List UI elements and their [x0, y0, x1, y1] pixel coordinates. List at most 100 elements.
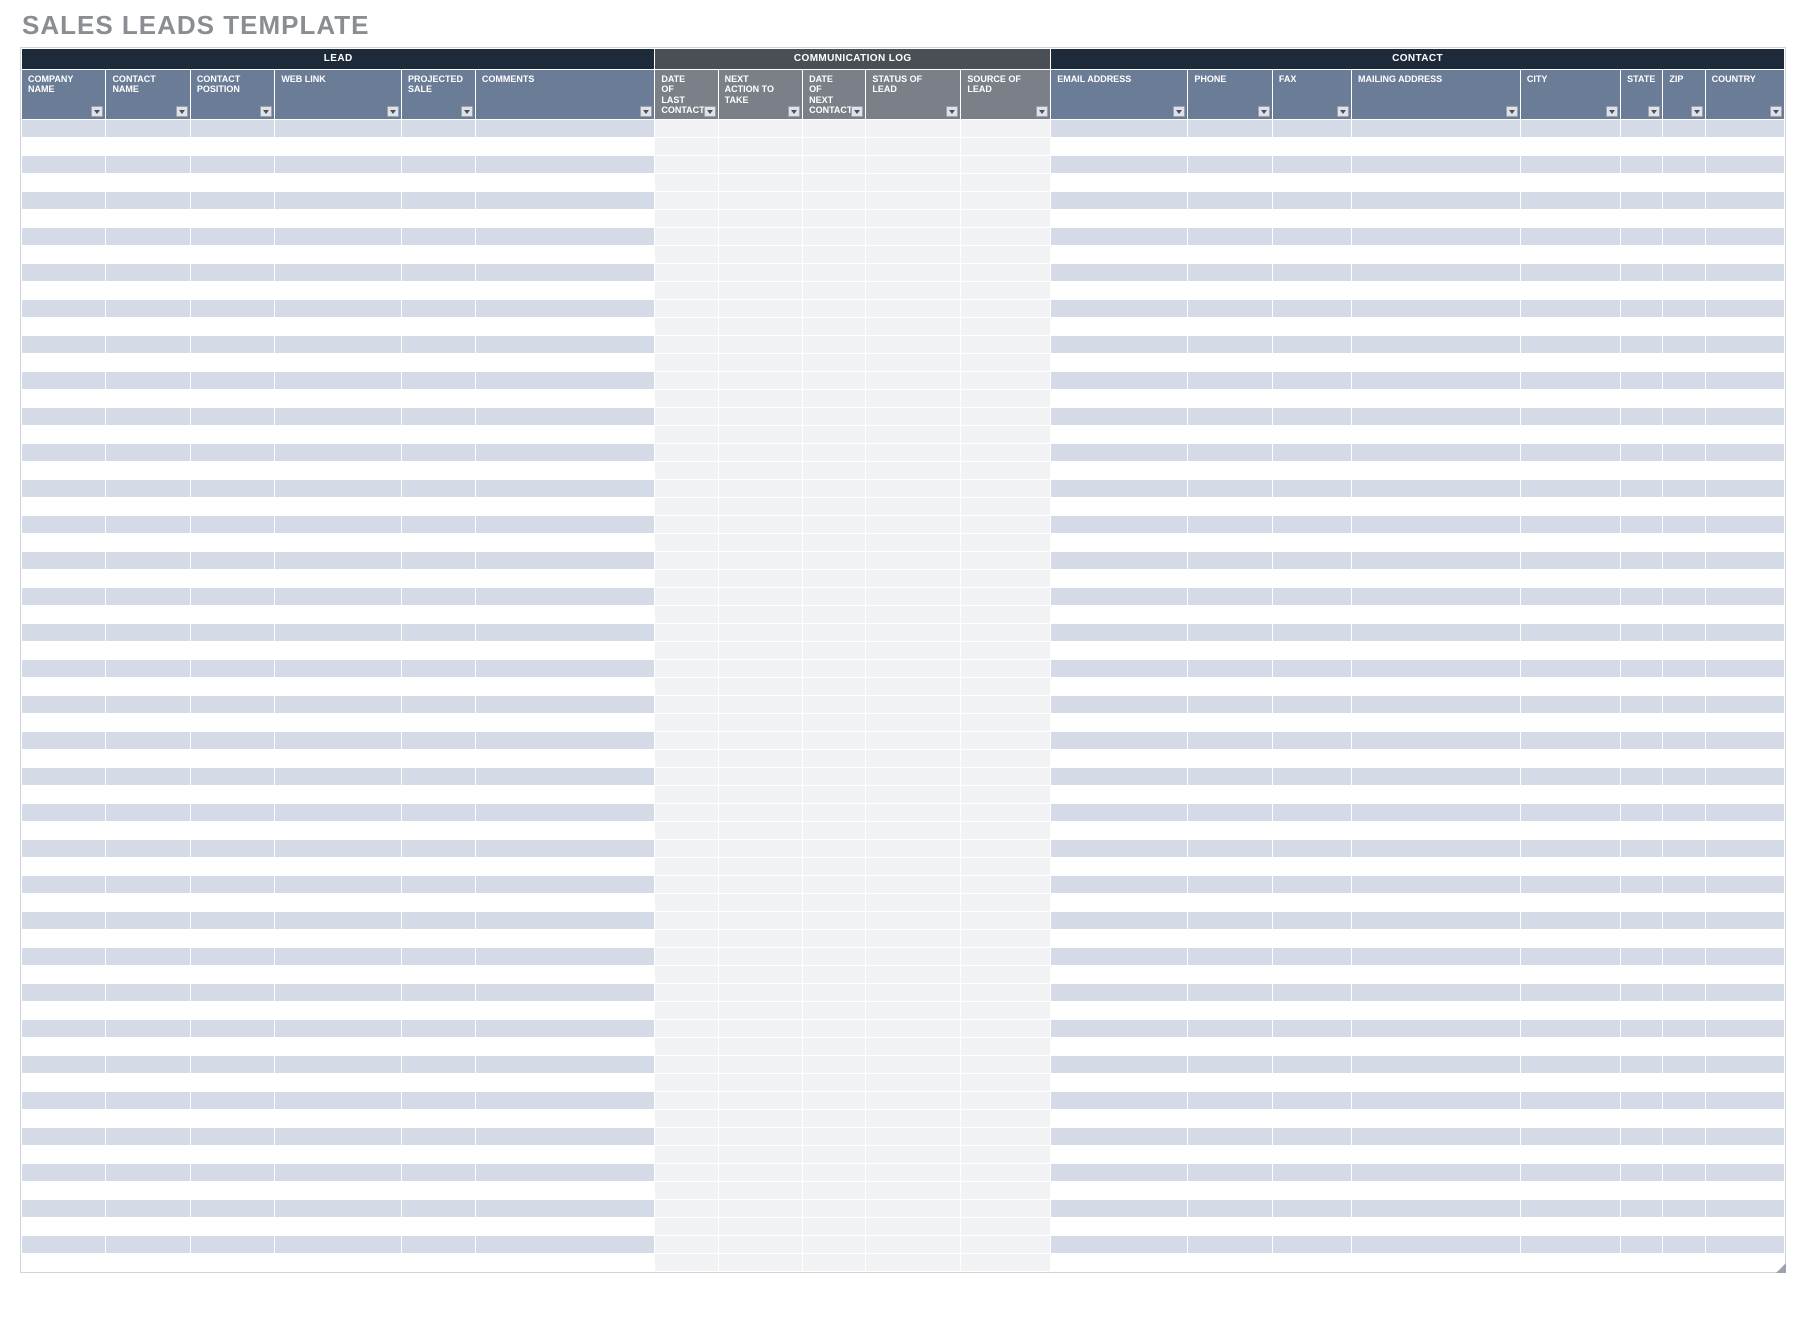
- filter-dropdown-icon[interactable]: [1258, 106, 1270, 117]
- cell-email[interactable]: [1051, 246, 1188, 264]
- cell-status[interactable]: [866, 858, 961, 876]
- cell-company_name[interactable]: [22, 354, 106, 372]
- cell-phone[interactable]: [1188, 516, 1272, 534]
- cell-country[interactable]: [1705, 354, 1784, 372]
- cell-source[interactable]: [961, 588, 1051, 606]
- cell-projected_sale[interactable]: [401, 732, 475, 750]
- cell-state[interactable]: [1621, 768, 1663, 786]
- cell-zip[interactable]: [1663, 786, 1705, 804]
- cell-phone[interactable]: [1188, 948, 1272, 966]
- cell-fax[interactable]: [1272, 1146, 1351, 1164]
- cell-zip[interactable]: [1663, 120, 1705, 138]
- cell-next_action[interactable]: [718, 966, 802, 984]
- cell-contact_name[interactable]: [106, 210, 190, 228]
- cell-email[interactable]: [1051, 1074, 1188, 1092]
- cell-projected_sale[interactable]: [401, 1236, 475, 1254]
- cell-contact_name[interactable]: [106, 1056, 190, 1074]
- cell-projected_sale[interactable]: [401, 858, 475, 876]
- filter-dropdown-icon[interactable]: [176, 106, 188, 117]
- cell-date_last[interactable]: [655, 930, 718, 948]
- cell-next_action[interactable]: [718, 1110, 802, 1128]
- cell-comments[interactable]: [475, 390, 654, 408]
- cell-fax[interactable]: [1272, 516, 1351, 534]
- cell-contact_name[interactable]: [106, 786, 190, 804]
- cell-country[interactable]: [1705, 210, 1784, 228]
- cell-status[interactable]: [866, 534, 961, 552]
- cell-email[interactable]: [1051, 984, 1188, 1002]
- cell-source[interactable]: [961, 192, 1051, 210]
- cell-state[interactable]: [1621, 588, 1663, 606]
- cell-contact_name[interactable]: [106, 1074, 190, 1092]
- cell-contact_position[interactable]: [190, 1092, 274, 1110]
- cell-phone[interactable]: [1188, 1200, 1272, 1218]
- cell-city[interactable]: [1520, 1056, 1620, 1074]
- cell-contact_position[interactable]: [190, 210, 274, 228]
- cell-fax[interactable]: [1272, 1038, 1351, 1056]
- cell-contact_name[interactable]: [106, 912, 190, 930]
- cell-contact_position[interactable]: [190, 1020, 274, 1038]
- cell-status[interactable]: [866, 606, 961, 624]
- cell-web_link[interactable]: [275, 1038, 402, 1056]
- cell-date_last[interactable]: [655, 210, 718, 228]
- cell-company_name[interactable]: [22, 912, 106, 930]
- cell-country[interactable]: [1705, 804, 1784, 822]
- cell-comments[interactable]: [475, 858, 654, 876]
- cell-city[interactable]: [1520, 732, 1620, 750]
- cell-mailing[interactable]: [1352, 660, 1521, 678]
- cell-contact_position[interactable]: [190, 516, 274, 534]
- cell-company_name[interactable]: [22, 264, 106, 282]
- cell-status[interactable]: [866, 1074, 961, 1092]
- cell-country[interactable]: [1705, 516, 1784, 534]
- cell-projected_sale[interactable]: [401, 840, 475, 858]
- cell-next_action[interactable]: [718, 246, 802, 264]
- cell-contact_name[interactable]: [106, 1146, 190, 1164]
- cell-company_name[interactable]: [22, 300, 106, 318]
- cell-next_action[interactable]: [718, 210, 802, 228]
- cell-mailing[interactable]: [1352, 1254, 1521, 1272]
- cell-date_last[interactable]: [655, 1236, 718, 1254]
- cell-zip[interactable]: [1663, 678, 1705, 696]
- cell-phone[interactable]: [1188, 408, 1272, 426]
- cell-source[interactable]: [961, 678, 1051, 696]
- cell-projected_sale[interactable]: [401, 426, 475, 444]
- cell-fax[interactable]: [1272, 282, 1351, 300]
- cell-comments[interactable]: [475, 768, 654, 786]
- cell-email[interactable]: [1051, 156, 1188, 174]
- cell-mailing[interactable]: [1352, 372, 1521, 390]
- cell-source[interactable]: [961, 570, 1051, 588]
- cell-source[interactable]: [961, 552, 1051, 570]
- cell-state[interactable]: [1621, 264, 1663, 282]
- cell-date_last[interactable]: [655, 534, 718, 552]
- cell-comments[interactable]: [475, 156, 654, 174]
- cell-date_next[interactable]: [803, 984, 866, 1002]
- cell-web_link[interactable]: [275, 426, 402, 444]
- cell-contact_position[interactable]: [190, 1002, 274, 1020]
- cell-fax[interactable]: [1272, 174, 1351, 192]
- cell-web_link[interactable]: [275, 1020, 402, 1038]
- cell-date_last[interactable]: [655, 1254, 718, 1272]
- cell-country[interactable]: [1705, 1020, 1784, 1038]
- cell-city[interactable]: [1520, 138, 1620, 156]
- cell-city[interactable]: [1520, 768, 1620, 786]
- cell-email[interactable]: [1051, 228, 1188, 246]
- cell-projected_sale[interactable]: [401, 894, 475, 912]
- cell-date_next[interactable]: [803, 732, 866, 750]
- cell-status[interactable]: [866, 516, 961, 534]
- cell-status[interactable]: [866, 930, 961, 948]
- cell-date_next[interactable]: [803, 1020, 866, 1038]
- cell-web_link[interactable]: [275, 948, 402, 966]
- cell-contact_name[interactable]: [106, 228, 190, 246]
- cell-country[interactable]: [1705, 696, 1784, 714]
- cell-company_name[interactable]: [22, 336, 106, 354]
- cell-status[interactable]: [866, 1254, 961, 1272]
- cell-contact_position[interactable]: [190, 120, 274, 138]
- cell-zip[interactable]: [1663, 966, 1705, 984]
- cell-city[interactable]: [1520, 426, 1620, 444]
- cell-date_next[interactable]: [803, 318, 866, 336]
- cell-date_last[interactable]: [655, 372, 718, 390]
- cell-contact_name[interactable]: [106, 372, 190, 390]
- cell-city[interactable]: [1520, 606, 1620, 624]
- cell-source[interactable]: [961, 1110, 1051, 1128]
- cell-city[interactable]: [1520, 192, 1620, 210]
- cell-phone[interactable]: [1188, 1038, 1272, 1056]
